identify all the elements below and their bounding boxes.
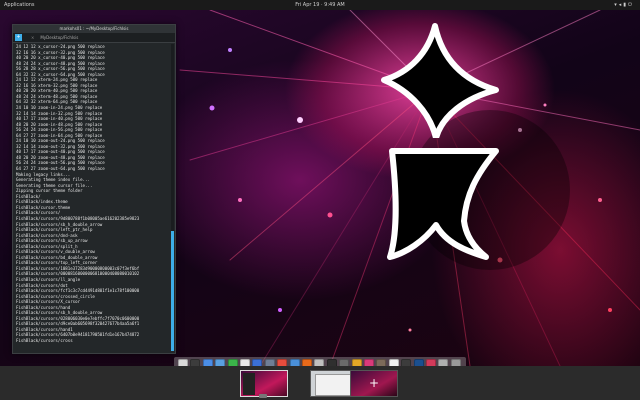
terminal-icon[interactable] xyxy=(190,359,201,366)
trash-icon[interactable] xyxy=(450,359,461,366)
system-tray[interactable]: ▾◂▮⏻ xyxy=(614,0,634,10)
browser-icon[interactable] xyxy=(215,359,226,366)
window-title: markohs01 : ~/MyDesktop/FichIsis xyxy=(13,25,175,33)
mail-icon[interactable] xyxy=(227,359,238,366)
large-arrow-cursor-preview xyxy=(381,23,499,138)
notes-icon[interactable] xyxy=(401,359,412,366)
video-icon[interactable] xyxy=(277,359,288,366)
power-icon[interactable]: ⏻ xyxy=(628,2,634,8)
settings-icon[interactable] xyxy=(339,359,350,366)
workspace-switcher: + xyxy=(0,366,640,400)
terminal-output[interactable]: 24 12 12 x_cursor-24.png 500 replace 32 1… xyxy=(16,44,169,351)
system-monitor-icon[interactable] xyxy=(438,359,449,366)
workspace-1-thumbnail[interactable] xyxy=(240,370,288,397)
code-editor-icon[interactable] xyxy=(326,359,337,366)
gimp-icon[interactable] xyxy=(376,359,387,366)
music-icon[interactable] xyxy=(252,359,263,366)
terminal-tab-bar: + × MyDesktop/FichIsis xyxy=(13,33,175,43)
software-center-icon[interactable] xyxy=(202,359,213,366)
scrollbar-thumb[interactable] xyxy=(171,231,174,351)
libreoffice-icon[interactable] xyxy=(388,359,399,366)
new-tab-button[interactable]: + xyxy=(15,34,22,41)
terminal-line: FishBlack/cursors/cross xyxy=(16,337,73,343)
terminal-tab[interactable]: × MyDesktop/FichIsis xyxy=(27,34,111,41)
tasks-icon[interactable] xyxy=(413,359,424,366)
workspace-1-terminal-preview xyxy=(243,373,255,395)
game-icon[interactable] xyxy=(302,359,312,366)
top-panel: Applications Fri Apr 19 · 9:49 AM ▾◂▮⏻ xyxy=(0,0,640,10)
dock xyxy=(174,357,466,366)
terminal-window[interactable]: markohs01 : ~/MyDesktop/FichIsis + × MyDe… xyxy=(12,24,176,354)
clock[interactable]: Fri Apr 19 · 9:49 AM xyxy=(0,0,640,10)
active-workspace-indicator xyxy=(259,394,267,398)
text-editor-icon[interactable] xyxy=(314,359,325,366)
tab-label: MyDesktop/FichIsis xyxy=(40,35,79,40)
large-resize-corner-cursor-preview xyxy=(387,148,499,260)
add-workspace-icon: + xyxy=(368,376,380,390)
terminal-scrollbar[interactable] xyxy=(171,44,174,351)
maps-icon[interactable] xyxy=(351,359,362,366)
paint-icon[interactable] xyxy=(426,359,436,366)
close-tab-icon[interactable]: × xyxy=(31,35,34,40)
files-icon[interactable] xyxy=(178,359,188,366)
chat-icon[interactable] xyxy=(289,359,300,366)
calendar-icon[interactable] xyxy=(240,359,250,366)
photos-icon[interactable] xyxy=(264,359,275,366)
store-icon[interactable] xyxy=(364,359,374,366)
new-workspace-thumbnail[interactable]: + xyxy=(350,370,398,397)
desktop-wallpaper: markohs01 : ~/MyDesktop/FichIsis + × MyDe… xyxy=(0,10,640,366)
